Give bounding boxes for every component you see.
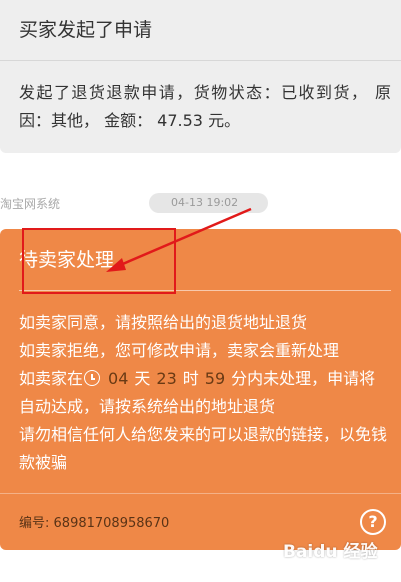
watermark: Baidu 经验 <box>283 542 378 562</box>
arrow-annotation <box>106 207 252 272</box>
